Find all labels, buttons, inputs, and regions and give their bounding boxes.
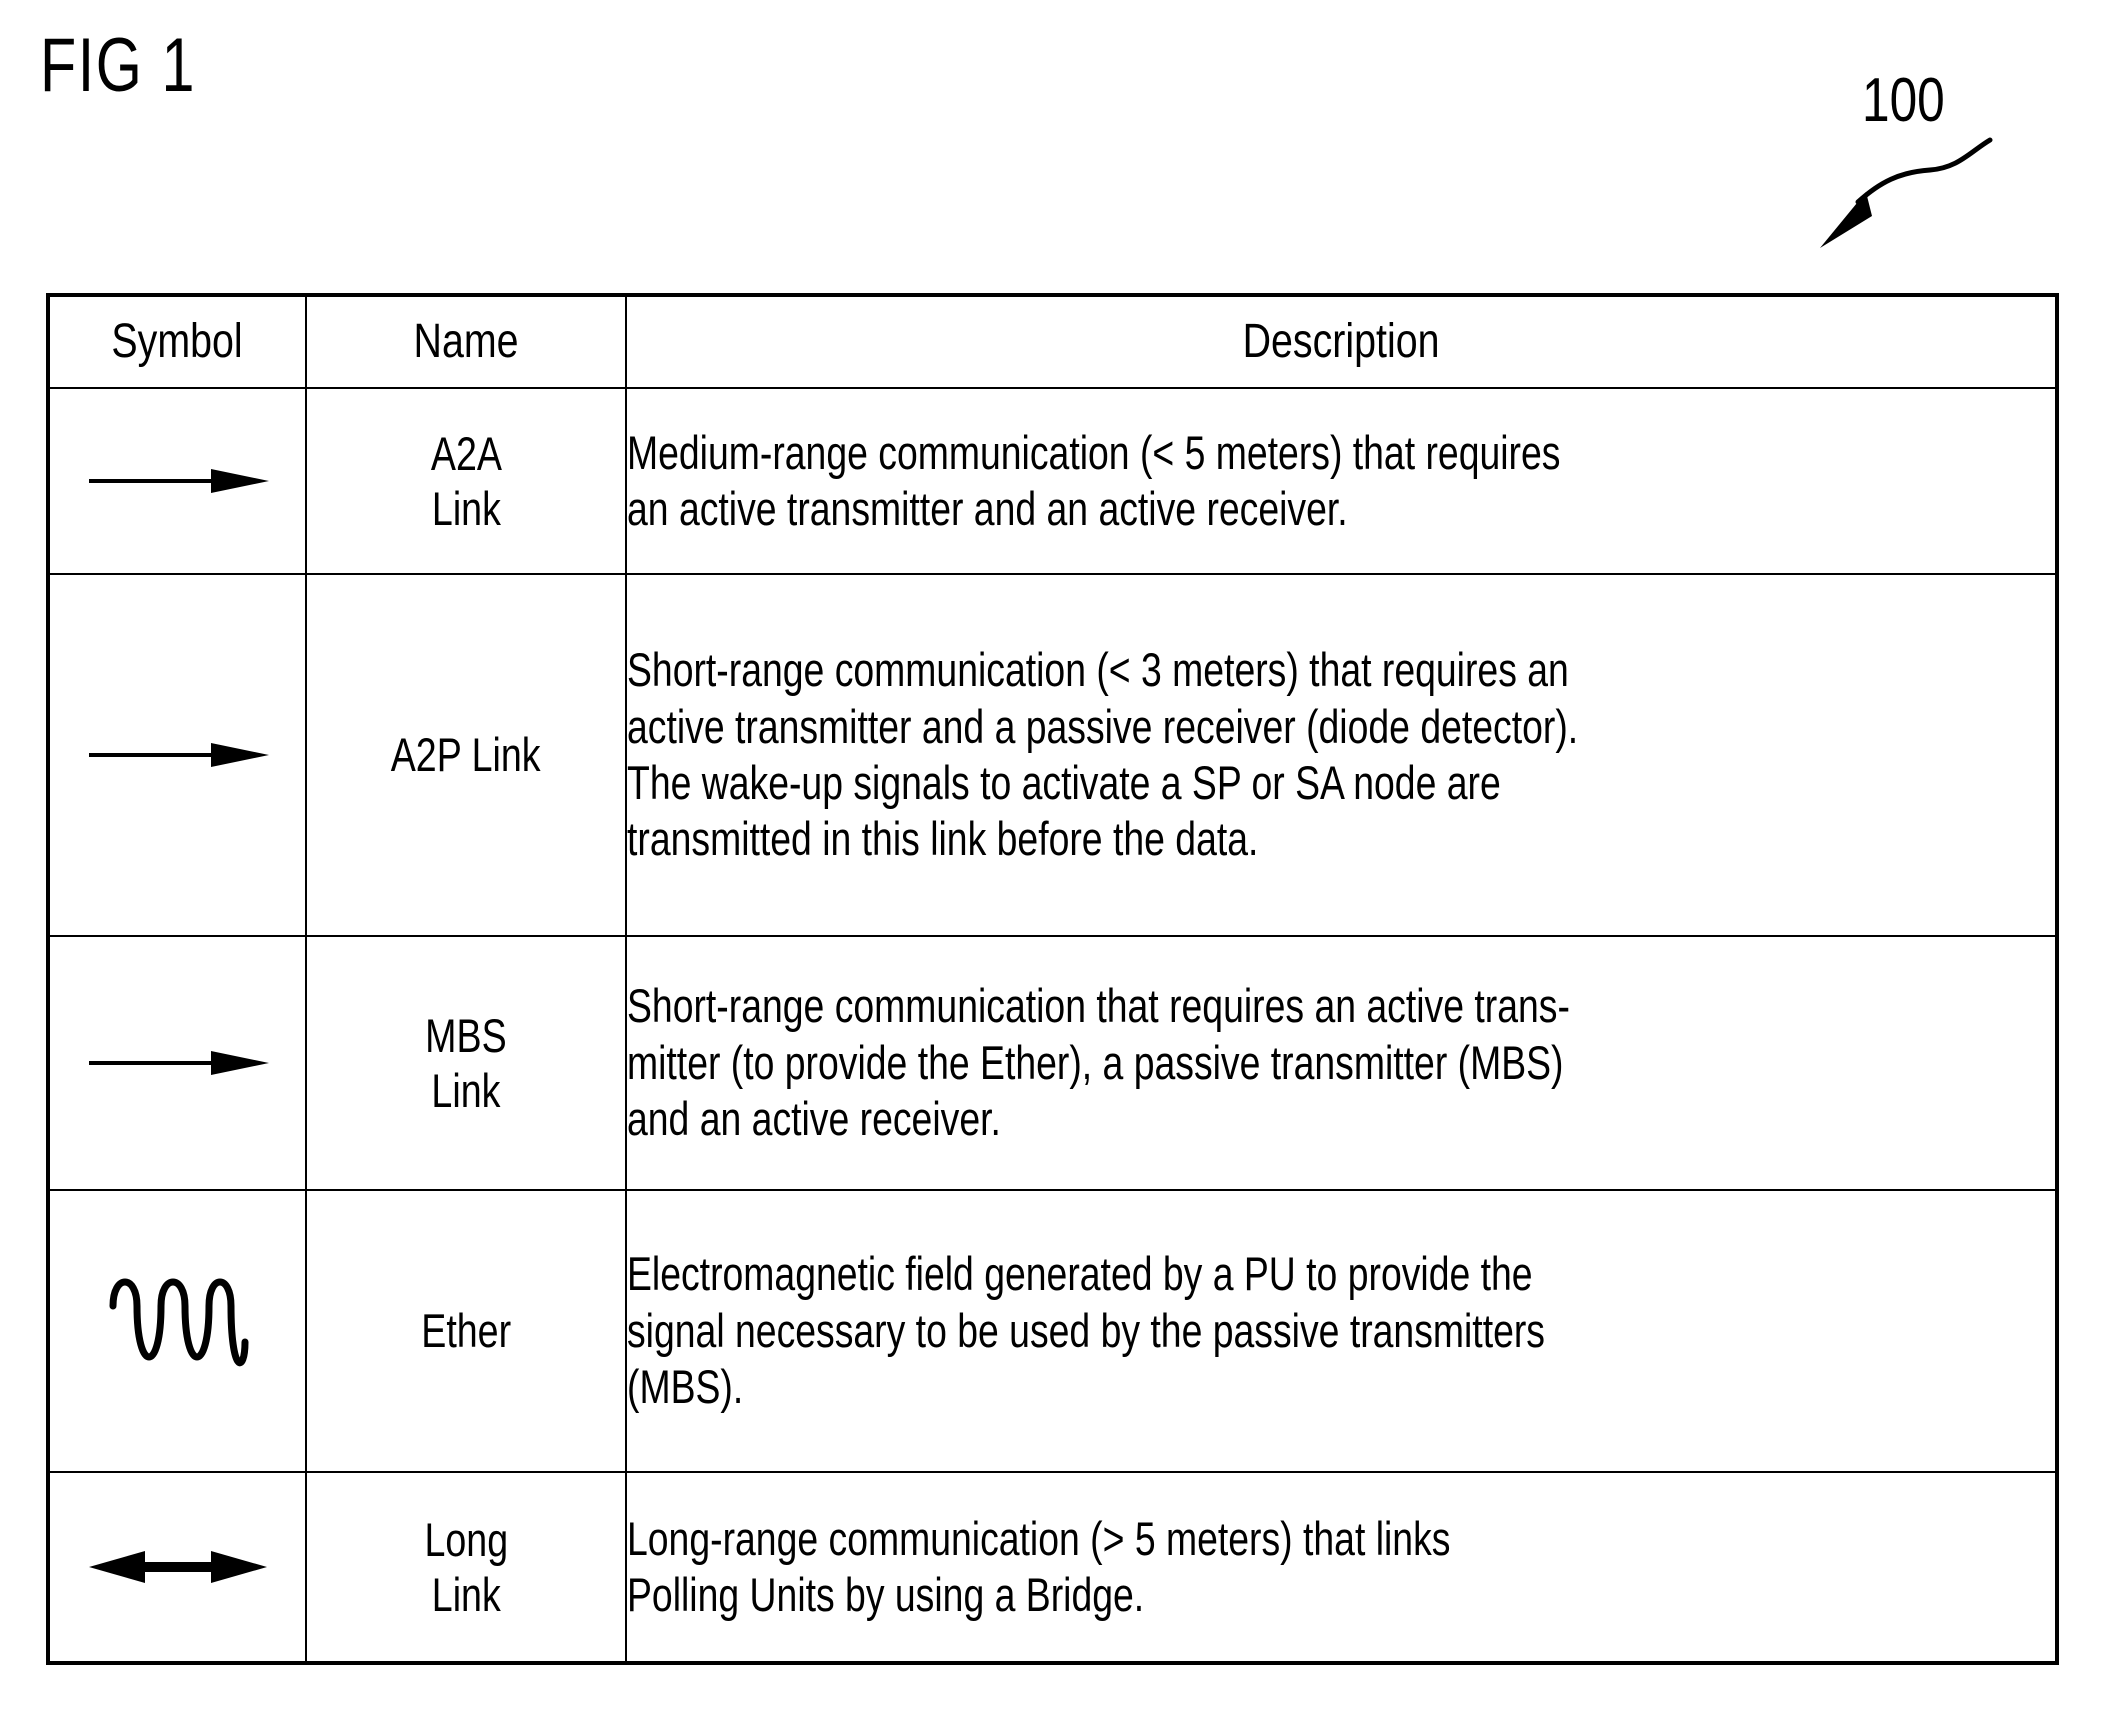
- table-row: Ether Electromagnetic field generated by…: [48, 1189, 2057, 1473]
- header-name: Name: [305, 295, 627, 389]
- description-cell: Medium-range communication (< 5 meters) …: [625, 387, 2057, 575]
- name-cell: A2A Link: [305, 387, 627, 575]
- table-row: A2P Link Short-range communication (< 3 …: [48, 573, 2057, 937]
- table-row: A2A Link Medium-range communication (< 5…: [48, 387, 2057, 575]
- header-description-label: Description: [1242, 315, 1440, 368]
- name-cell: Ether: [305, 1189, 627, 1473]
- sine-wave-icon: [50, 1266, 305, 1396]
- description-cell: Long-range communication (> 5 meters) th…: [625, 1471, 2057, 1663]
- table-row: MBS Link Short-range communication that …: [48, 935, 2057, 1191]
- symbol-legend-table: Symbol Name Description A2A Link Medium-…: [46, 293, 2059, 1665]
- description-cell: Short-range communication that requires …: [625, 935, 2057, 1191]
- table-row: Long Link Long-range communication (> 5 …: [48, 1471, 2057, 1663]
- symbol-cell: [48, 387, 307, 575]
- description-cell: Electromagnetic field generated by a PU …: [625, 1189, 2057, 1473]
- name-label: MBS Link: [425, 1008, 507, 1117]
- name-label: Ether: [421, 1304, 511, 1358]
- name-label: A2P Link: [391, 728, 541, 782]
- reference-numeral-text: 100: [1862, 66, 1945, 135]
- reference-leader-arrow-icon: [1820, 137, 1993, 248]
- symbol-cell: [48, 1189, 307, 1473]
- description-text: Electromagnetic field generated by a PU …: [627, 1247, 1545, 1414]
- name-label: Long Link: [424, 1512, 508, 1621]
- description-text: Long-range communication (> 5 meters) th…: [627, 1511, 1451, 1621]
- double-arrow-icon: [50, 1543, 305, 1591]
- header-symbol-label: Symbol: [111, 315, 244, 368]
- header-symbol: Symbol: [48, 295, 307, 389]
- single-arrow-right-icon: [50, 1043, 305, 1083]
- name-cell: A2P Link: [305, 573, 627, 937]
- figure-label: FIG 1: [40, 23, 197, 108]
- symbol-cell: [48, 1471, 307, 1663]
- reference-numeral-group: 100: [1780, 70, 2100, 270]
- name-cell: Long Link: [305, 1471, 627, 1663]
- table-header-row: Symbol Name Description: [48, 295, 2057, 389]
- header-description: Description: [625, 295, 2057, 389]
- header-name-label: Name: [413, 315, 519, 368]
- single-arrow-right-icon: [50, 461, 305, 501]
- description-text: Short-range communication that requires …: [627, 979, 1570, 1146]
- description-text: Medium-range communication (< 5 meters) …: [627, 425, 1561, 535]
- description-text: Short-range communication (< 3 meters) t…: [627, 643, 1579, 866]
- description-cell: Short-range communication (< 3 meters) t…: [625, 573, 2057, 937]
- single-arrow-right-icon: [50, 735, 305, 775]
- symbol-cell: [48, 935, 307, 1191]
- symbol-cell: [48, 573, 307, 937]
- name-cell: MBS Link: [305, 935, 627, 1191]
- name-label: A2A Link: [430, 426, 502, 535]
